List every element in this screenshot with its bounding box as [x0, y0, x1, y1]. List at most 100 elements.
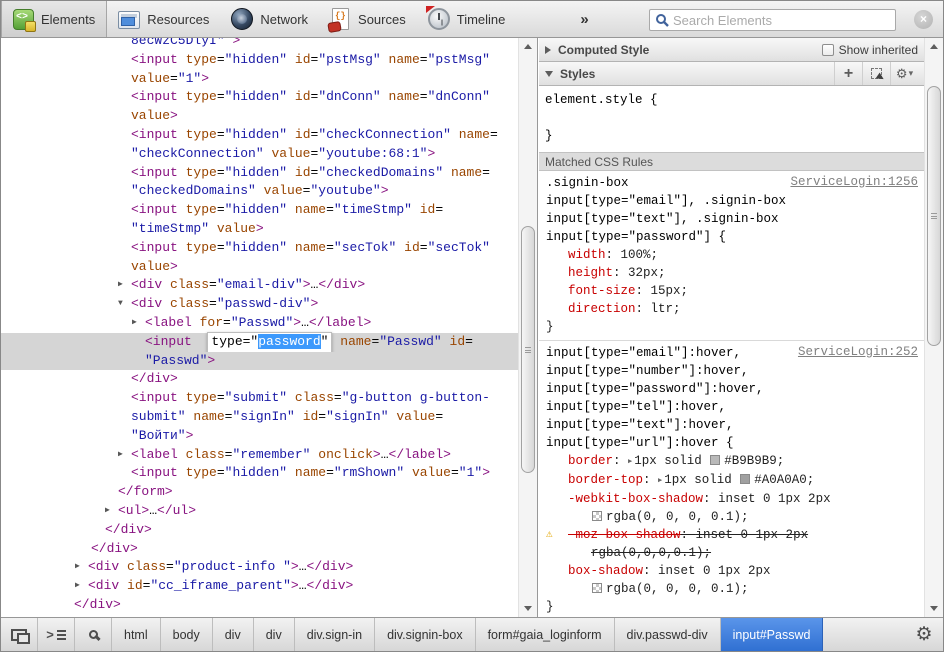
alpha-color-swatch[interactable]	[592, 511, 602, 521]
css-property[interactable]: height: 32px;	[539, 264, 924, 282]
css-property[interactable]: font-size: 15px;	[539, 282, 924, 300]
css-property[interactable]: border-top: ▶1px solid #A0A0A0;	[539, 471, 924, 490]
dom-tree-row[interactable]: <input type="hidden" id="checkConnection…	[1, 126, 519, 145]
tab-network[interactable]: Network	[220, 1, 319, 37]
tree-collapsed-icon[interactable]: ▶	[105, 502, 118, 521]
styles-scrollbar[interactable]	[924, 38, 943, 617]
rule-selector[interactable]: input[type="url"]:hover {	[539, 434, 924, 452]
rule-selector[interactable]: input[type="tel"]:hover,	[539, 398, 924, 416]
dom-tree-row[interactable]: value>	[1, 107, 519, 126]
inspect-element-button[interactable]	[75, 618, 112, 651]
dom-tree-row[interactable]: ▶<ul>…</ul>	[1, 502, 519, 521]
settings-gear-button[interactable]: ⚙	[905, 618, 943, 651]
rule-selector[interactable]: input[type="number"]:hover,	[539, 362, 924, 380]
dom-tree-row[interactable]: <input type="submit" class="g-button g-b…	[1, 389, 519, 408]
scroll-down-arrow-icon[interactable]	[519, 600, 537, 617]
breadcrumb-item[interactable]: form#gaia_loginform	[476, 618, 615, 651]
show-inherited-checkbox[interactable]	[822, 44, 834, 56]
styles-header[interactable]: Styles + ⚙▾	[539, 62, 924, 86]
inline-attribute-editor[interactable]: type="password"	[207, 332, 332, 353]
expand-value-icon[interactable]: ▶	[628, 458, 632, 466]
tab-sources[interactable]: Sources	[319, 1, 417, 37]
dom-tree-row[interactable]: "checkedDomains" value="youtube">	[1, 182, 519, 201]
element-style-empty-line[interactable]	[545, 109, 924, 127]
search-input[interactable]	[673, 13, 890, 28]
scrollbar-thumb[interactable]	[521, 226, 535, 473]
css-property[interactable]: width: 100%;	[539, 246, 924, 264]
rule-selector[interactable]: input[type="password"] {	[539, 228, 924, 246]
breadcrumb-item[interactable]: div	[254, 618, 295, 651]
rule-selector[interactable]: input[type="password"]:hover,	[539, 380, 924, 398]
alpha-color-swatch[interactable]	[592, 583, 602, 593]
dom-tree-row[interactable]: ▶<label class="remember" onclick>…</labe…	[1, 446, 519, 465]
elements-scrollbar[interactable]	[518, 38, 537, 617]
breadcrumb-item[interactable]: div.sign-in	[295, 618, 375, 651]
dom-tree-row[interactable]: "Passwd">	[1, 352, 519, 371]
css-property[interactable]: direction: ltr;	[539, 300, 924, 318]
css-property[interactable]: box-shadow: inset 0 1px 2px	[539, 562, 924, 580]
tree-collapsed-icon[interactable]: ▶	[75, 577, 88, 596]
dom-tree-row[interactable]: ▼<div class="passwd-div">	[1, 295, 519, 314]
dom-tree-row[interactable]: </div>	[1, 596, 519, 615]
element-style-selector[interactable]: element.style	[545, 93, 643, 107]
computed-style-header[interactable]: Computed Style Show inherited	[539, 38, 924, 62]
dom-tree-row[interactable]: 8ecWzC5DlyI" >	[1, 38, 519, 51]
breadcrumb-item[interactable]: body	[161, 618, 213, 651]
styles-settings-gear-icon[interactable]: ⚙▾	[890, 62, 918, 85]
dom-tree-row[interactable]: "Войти">	[1, 427, 519, 446]
color-swatch[interactable]	[710, 455, 720, 465]
rule-selector[interactable]: input[type="text"], .signin-box	[539, 210, 924, 228]
breadcrumb-item[interactable]: div.passwd-div	[615, 618, 721, 651]
scroll-down-arrow-icon[interactable]	[925, 600, 943, 617]
tab-resources[interactable]: Resources	[107, 1, 220, 37]
dom-tree-row[interactable]: ▶<div class="product-info ">…</div>	[1, 558, 519, 577]
dom-tree-row[interactable]: </div>	[1, 521, 519, 540]
tree-expanded-icon[interactable]: ▼	[118, 295, 131, 314]
expanded-triangle-icon[interactable]	[545, 71, 553, 77]
dom-tree-row[interactable]: ▶<label for="Passwd">…</label>	[1, 314, 519, 333]
dock-side-button[interactable]	[1, 618, 38, 651]
tree-collapsed-icon[interactable]: ▶	[132, 314, 145, 333]
dom-tree-row[interactable]: value>	[1, 258, 519, 277]
console-toggle-button[interactable]: >	[38, 618, 75, 651]
toggle-element-state-button[interactable]	[862, 62, 890, 85]
dom-tree-row[interactable]: <input type="password" name="Passwd" id=	[1, 333, 519, 352]
element-style-section[interactable]: element.style { }	[539, 86, 924, 152]
dom-tree-row[interactable]: </div>	[1, 370, 519, 389]
dom-tree-row[interactable]: ▶<div class="email-div">…</div>	[1, 276, 519, 295]
more-panels-chevron-icon[interactable]: »	[580, 11, 588, 28]
breadcrumb-item[interactable]: div	[213, 618, 254, 651]
rule-selector[interactable]: input[type="email"], .signin-box	[539, 192, 924, 210]
collapsed-triangle-icon[interactable]	[545, 46, 551, 54]
css-property[interactable]: ⚠-moz-box-shadow: inset 0 1px 2px	[539, 526, 924, 544]
dom-tree-row[interactable]: ▶<div id="cc_iframe_parent">…</div>	[1, 577, 519, 596]
breadcrumb-item[interactable]: input#Passwd	[721, 618, 824, 651]
dom-tree-row[interactable]: <input type="hidden" name="secTok" id="s…	[1, 239, 519, 258]
rule-selector[interactable]: input[type="text"]:hover,	[539, 416, 924, 434]
breadcrumb-item[interactable]: div.signin-box	[375, 618, 476, 651]
expand-value-icon[interactable]: ▶	[658, 477, 662, 485]
tab-timeline[interactable]: Timeline	[417, 1, 517, 37]
dom-tree-row[interactable]: "checkConnection" value="youtube:68:1">	[1, 145, 519, 164]
dom-tree-row[interactable]: "timeStmp" value>	[1, 220, 519, 239]
dom-tree-row[interactable]: </div>	[1, 540, 519, 559]
dom-tree-row[interactable]: <input type="hidden" name="rmShown" valu…	[1, 464, 519, 483]
close-devtools-button[interactable]: ×	[914, 10, 933, 29]
breadcrumb-item[interactable]: html	[112, 618, 161, 651]
dom-tree-row[interactable]: <input type="hidden" id="pstMsg" name="p…	[1, 51, 519, 70]
css-property[interactable]: -webkit-box-shadow: inset 0 1px 2px	[539, 490, 924, 508]
new-style-rule-button[interactable]: +	[834, 62, 862, 85]
tab-elements[interactable]: Elements	[1, 1, 107, 37]
dom-tree-row[interactable]: <input type="hidden" name="timeStmp" id=	[1, 201, 519, 220]
scrollbar-thumb[interactable]	[927, 86, 941, 346]
tree-collapsed-icon[interactable]: ▶	[75, 558, 88, 577]
scroll-up-arrow-icon[interactable]	[925, 38, 943, 55]
stylesheet-link[interactable]: ServiceLogin:1256	[790, 175, 918, 189]
dom-tree-row[interactable]: </form>	[1, 483, 519, 502]
css-property[interactable]: border: ▶1px solid #B9B9B9;	[539, 452, 924, 471]
scroll-up-arrow-icon[interactable]	[519, 38, 537, 55]
tree-collapsed-icon[interactable]: ▶	[118, 276, 131, 295]
dom-tree-row[interactable]: <input type="hidden" id="dnConn" name="d…	[1, 88, 519, 107]
dom-tree-row[interactable]: submit" name="signIn" id="signIn" value=	[1, 408, 519, 427]
tree-collapsed-icon[interactable]: ▶	[118, 446, 131, 465]
